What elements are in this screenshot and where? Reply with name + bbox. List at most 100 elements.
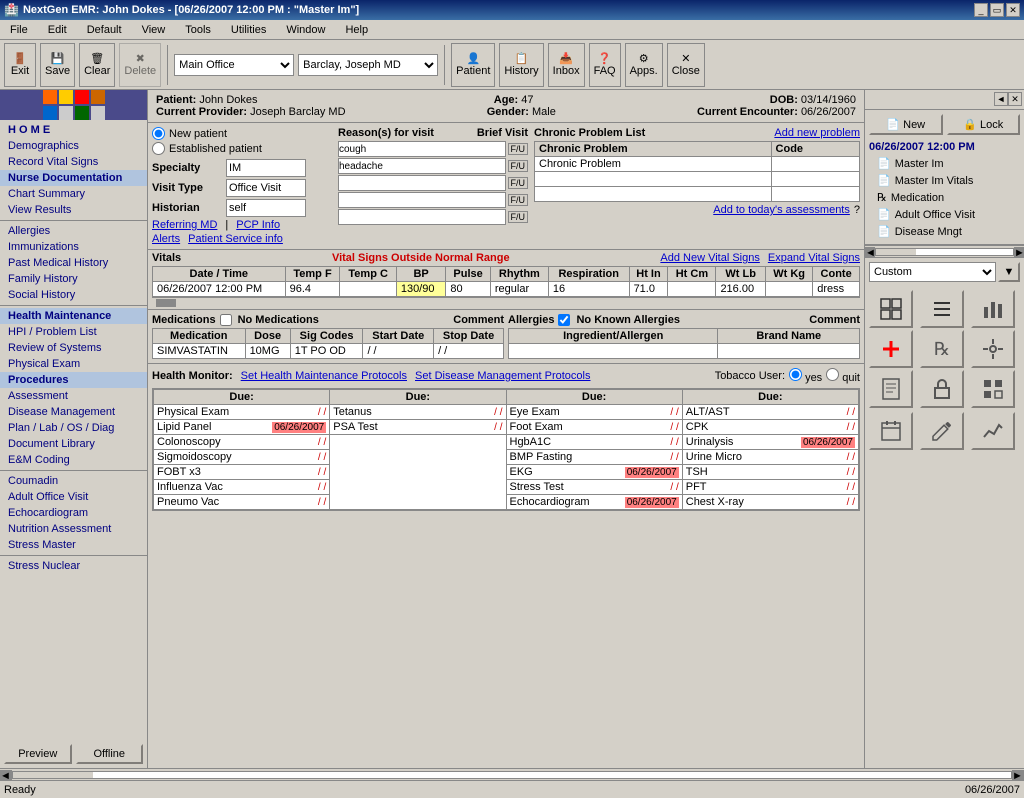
sidebar-item-allergies[interactable]: Allergies <box>0 223 147 239</box>
sidebar-item-past-medical[interactable]: Past Medical History <box>0 255 147 271</box>
sidebar-item-social-history[interactable]: Social History <box>0 287 147 303</box>
graph-icon-btn[interactable] <box>971 412 1015 450</box>
title-bar-controls[interactable]: _ ▭ ✕ <box>974 3 1020 17</box>
tree-item-master-im-vitals[interactable]: 📄 Master Im Vitals <box>869 172 1020 189</box>
sidebar-item-view-results[interactable]: View Results <box>0 202 147 218</box>
tools-icon-btn[interactable] <box>971 330 1015 368</box>
right-panel-minimize[interactable]: ◄ <box>994 92 1008 106</box>
no-meds-checkbox[interactable] <box>220 314 232 326</box>
list-icon-btn[interactable] <box>920 290 964 328</box>
sidebar-item-echocardiogram[interactable]: Echocardiogram <box>0 505 147 521</box>
plus-icon-btn[interactable] <box>869 330 913 368</box>
sidebar-item-home[interactable]: H O M E <box>0 122 147 138</box>
menu-default[interactable]: Default <box>81 22 128 38</box>
sidebar-item-assessment[interactable]: Assessment <box>0 388 147 404</box>
historian-input[interactable] <box>226 199 306 217</box>
rx-icon-btn[interactable]: ℞ <box>920 330 964 368</box>
set-hm-protocols-link[interactable]: Set Health Maintenance Protocols <box>241 370 407 382</box>
menu-help[interactable]: Help <box>339 22 374 38</box>
reason-input-1[interactable] <box>338 141 506 157</box>
grid2-icon-btn[interactable] <box>971 370 1015 408</box>
apps-button[interactable]: ⚙ Apps. <box>625 43 663 87</box>
patient-button[interactable]: 👤 Patient <box>451 43 495 87</box>
report-icon-btn[interactable] <box>869 370 913 408</box>
sidebar-item-em-coding[interactable]: E&M Coding <box>0 452 147 468</box>
tobacco-quit-radio[interactable]: quit <box>826 368 860 384</box>
sidebar-item-health-maintenance[interactable]: Health Maintenance <box>0 308 147 324</box>
restore-button[interactable]: ▭ <box>990 3 1004 17</box>
pencil-icon-btn[interactable] <box>920 412 964 450</box>
offline-button[interactable]: Offline <box>76 744 144 764</box>
faq-button[interactable]: ❓ FAQ <box>589 43 621 87</box>
tree-item-master-im[interactable]: 📄 Master Im <box>869 155 1020 172</box>
pcp-info-link[interactable]: PCP Info <box>236 219 280 231</box>
reason-input-5[interactable] <box>338 209 506 225</box>
visit-type-input[interactable] <box>226 179 306 197</box>
horizontal-scrollbar[interactable]: ◄ ► <box>0 768 1024 780</box>
exit-button[interactable]: 🚪 Exit <box>4 43 36 87</box>
help-icon[interactable]: ? <box>854 204 860 216</box>
grid-icon-btn-1[interactable] <box>869 290 913 328</box>
expand-vitals-link[interactable]: Expand Vital Signs <box>768 252 860 264</box>
sidebar-item-doc-library[interactable]: Document Library <box>0 436 147 452</box>
custom-menu-button[interactable]: ▼ <box>998 262 1020 282</box>
fu-button-5[interactable]: F/U <box>508 211 529 223</box>
sidebar-item-chart-summary[interactable]: Chart Summary <box>0 186 147 202</box>
delete-button[interactable]: ✖ Delete <box>119 43 161 87</box>
clear-button[interactable]: 🗑 Clear <box>79 43 115 87</box>
menu-file[interactable]: File <box>4 22 34 38</box>
sidebar-item-plan-lab[interactable]: Plan / Lab / OS / Diag <box>0 420 147 436</box>
calendar-icon-btn[interactable] <box>869 412 913 450</box>
right-panel-close[interactable]: ✕ <box>1008 92 1022 106</box>
tree-item-adult-office[interactable]: 📄 Adult Office Visit <box>869 206 1020 223</box>
set-dm-protocols-link[interactable]: Set Disease Management Protocols <box>415 370 590 382</box>
lock-button[interactable]: 🔒 Lock <box>947 114 1021 135</box>
custom-select[interactable]: Custom <box>869 262 996 282</box>
fu-button-3[interactable]: F/U <box>508 177 529 189</box>
menu-tools[interactable]: Tools <box>179 22 217 38</box>
sidebar-item-nutrition[interactable]: Nutrition Assessment <box>0 521 147 537</box>
tree-item-medication[interactable]: ℞ Medication <box>869 189 1020 206</box>
minimize-button[interactable]: _ <box>974 3 988 17</box>
sidebar-item-demographics[interactable]: Demographics <box>0 138 147 154</box>
scroll-right[interactable]: ► <box>1012 770 1024 780</box>
h-scroll-thumb[interactable] <box>13 772 93 778</box>
tree-item-disease-mngt[interactable]: 📄 Disease Mngt <box>869 223 1020 240</box>
specialty-input[interactable] <box>226 159 306 177</box>
fu-button-1[interactable]: F/U <box>508 143 529 155</box>
scroll-thumb[interactable] <box>876 249 916 255</box>
close-button[interactable]: ✕ <box>1006 3 1020 17</box>
menu-view[interactable]: View <box>136 22 172 38</box>
reason-input-3[interactable] <box>338 175 506 191</box>
add-assessments-link[interactable]: Add to today's assessments <box>713 204 850 216</box>
reason-input-4[interactable] <box>338 192 506 208</box>
add-problem-link[interactable]: Add new problem <box>774 127 860 139</box>
sidebar-item-immunizations[interactable]: Immunizations <box>0 239 147 255</box>
history-button[interactable]: 📋 History <box>499 43 543 87</box>
patient-service-link[interactable]: Patient Service info <box>188 233 283 245</box>
no-known-allergies-checkbox[interactable] <box>558 314 570 326</box>
sidebar-item-review-systems[interactable]: Review of Systems <box>0 340 147 356</box>
scroll-left-arrow[interactable]: ◄ <box>865 247 875 257</box>
sidebar-item-physical-exam[interactable]: Physical Exam <box>0 356 147 372</box>
tobacco-yes-radio[interactable]: yes <box>789 368 822 384</box>
alerts-link[interactable]: Alerts <box>152 233 180 245</box>
sidebar-item-disease-mgmt[interactable]: Disease Management <box>0 404 147 420</box>
lock-icon-btn-2[interactable] <box>920 370 964 408</box>
menu-edit[interactable]: Edit <box>42 22 73 38</box>
sidebar-item-hpi[interactable]: HPI / Problem List <box>0 324 147 340</box>
sidebar-item-family-history[interactable]: Family History <box>0 271 147 287</box>
vitals-scrollbar[interactable] <box>152 297 860 307</box>
reason-input-2[interactable] <box>338 158 506 174</box>
menu-utilities[interactable]: Utilities <box>225 22 272 38</box>
sidebar-item-adult-office[interactable]: Adult Office Visit <box>0 489 147 505</box>
add-vitals-link[interactable]: Add New Vital Signs <box>660 252 759 264</box>
referring-md-link[interactable]: Referring MD <box>152 219 217 231</box>
scroll-left[interactable]: ◄ <box>0 770 12 780</box>
right-scrollbar[interactable]: ◄ ► <box>865 246 1024 258</box>
menu-window[interactable]: Window <box>280 22 331 38</box>
sidebar-item-vitals[interactable]: Record Vital Signs <box>0 154 147 170</box>
location-select[interactable]: Main Office <box>174 54 294 76</box>
sidebar-item-stress-master[interactable]: Stress Master <box>0 537 147 553</box>
fu-button-4[interactable]: F/U <box>508 194 529 206</box>
